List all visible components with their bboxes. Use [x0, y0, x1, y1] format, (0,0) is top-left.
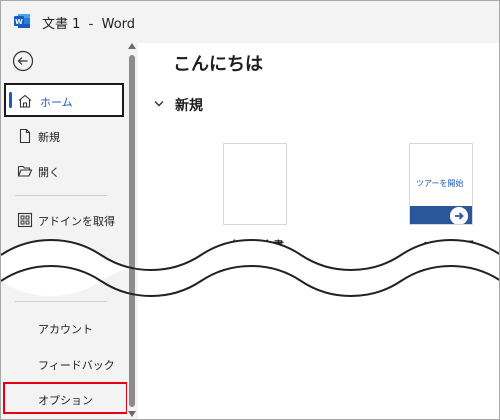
- sidebar-item-label: 新規: [38, 131, 60, 144]
- back-arrow-icon[interactable]: [12, 50, 34, 72]
- sidebar-item-label: 開く: [38, 166, 60, 179]
- word-backstage-window: W 文書 1 - Word ホーム 新規 開く アドインを取得 アカウント フィ…: [0, 0, 500, 420]
- title-bar: W 文書 1 - Word: [1, 1, 499, 43]
- open-folder-icon: [17, 165, 33, 177]
- sidebar-item-open[interactable]: 開く: [4, 154, 124, 188]
- sidebar-item-feedback[interactable]: フィードバック: [4, 347, 124, 381]
- sidebar-item-label: アカウント: [38, 323, 93, 336]
- window-title: 文書 1 - Word: [42, 17, 136, 32]
- page-title: こんにちは: [173, 54, 263, 75]
- sidebar-item-new[interactable]: 新規: [4, 119, 124, 153]
- blank-document-template[interactable]: [223, 143, 287, 225]
- sidebar-item-label: フィードバック: [38, 359, 115, 372]
- screenshot-break-wave: [1, 239, 499, 297]
- sidebar-divider: [15, 195, 107, 196]
- arrow-right-icon: [450, 207, 468, 224]
- svg-text:W: W: [15, 18, 23, 26]
- tour-thumbnail-text: ツアーを開始: [416, 179, 464, 188]
- scroll-down-icon[interactable]: [128, 411, 136, 417]
- word-logo-icon: W: [14, 14, 30, 28]
- options-highlight-box: [3, 382, 128, 414]
- scroll-up-icon[interactable]: [128, 43, 136, 49]
- addins-icon: [17, 212, 33, 228]
- sidebar-item-account[interactable]: アカウント: [4, 311, 124, 345]
- selection-indicator: [9, 92, 12, 108]
- section-title-new: 新規: [175, 98, 203, 114]
- home-icon: [18, 94, 32, 108]
- sidebar-item-home[interactable]: ホーム: [4, 83, 124, 117]
- welcome-tour-template[interactable]: ツアーを開始: [409, 143, 473, 225]
- new-document-icon: [19, 128, 31, 144]
- sidebar-item-label: アドインを取得: [38, 215, 115, 228]
- sidebar-item-label: ホーム: [40, 96, 73, 109]
- chevron-down-icon[interactable]: [154, 100, 164, 108]
